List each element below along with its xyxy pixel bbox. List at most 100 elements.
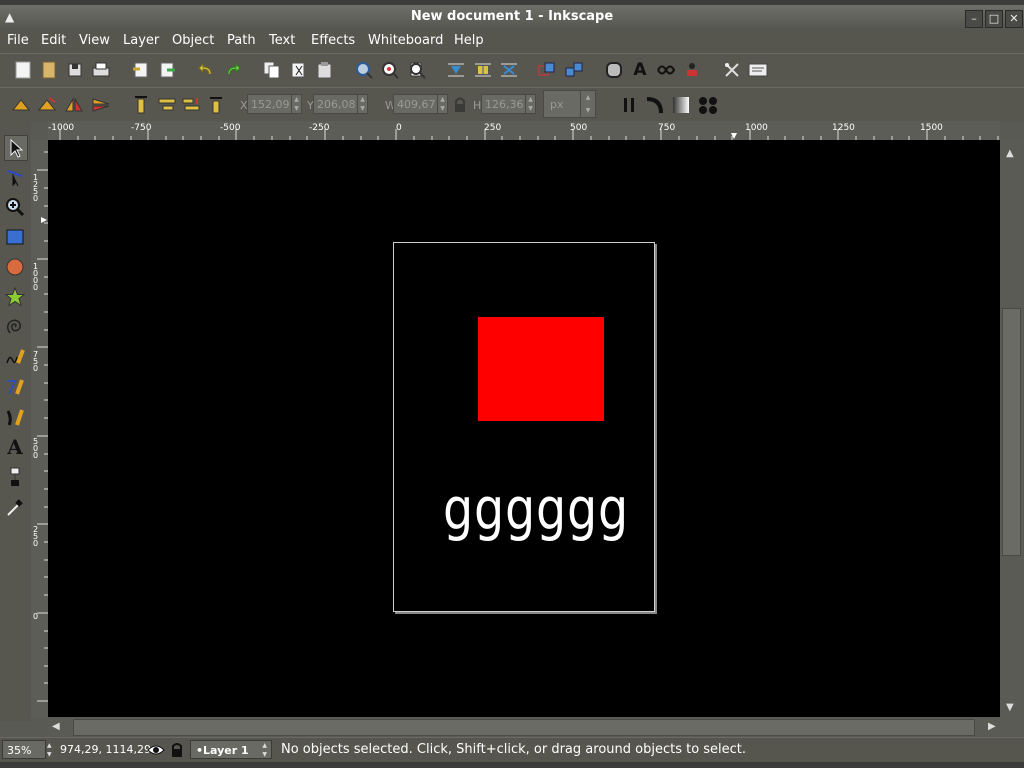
star-tool-icon[interactable]	[4, 285, 26, 309]
zoom-spinner-icon[interactable]: ▲ ▼	[47, 741, 52, 759]
menu-layer[interactable]: Layer	[123, 33, 159, 48]
h-spinner-icon[interactable]: ▲ ▼	[525, 95, 535, 113]
xml-editor-icon[interactable]	[656, 60, 676, 80]
scroll-left-icon[interactable]: ◀	[52, 721, 60, 732]
distribute-icon[interactable]	[499, 60, 519, 80]
ellipse-tool-icon[interactable]	[4, 255, 26, 279]
menu-file[interactable]: File	[7, 33, 29, 48]
layer-visibility-eye-icon[interactable]	[146, 740, 166, 760]
menu-path[interactable]: Path	[227, 33, 256, 48]
calligraphy-tool-icon[interactable]	[4, 405, 26, 429]
preferences-icon[interactable]	[722, 60, 742, 80]
transform-patterns-icon[interactable]	[698, 95, 718, 115]
horizontal-scroll-thumb[interactable]	[73, 719, 975, 736]
raise-icon[interactable]	[157, 95, 177, 115]
scroll-right-icon[interactable]: ▶	[988, 721, 996, 732]
scroll-down-icon[interactable]: ▼	[1006, 702, 1014, 713]
zoom-page-icon[interactable]	[407, 60, 427, 80]
zoom-value: 35%	[7, 744, 32, 757]
copy-icon[interactable]	[262, 60, 282, 80]
connector-tool-icon[interactable]	[4, 465, 26, 489]
layer-dropdown-icon[interactable]: ▲ ▼	[262, 741, 267, 759]
redo-icon[interactable]	[223, 60, 243, 80]
current-layer-select[interactable]: •Layer 1 ▲ ▼	[190, 740, 272, 759]
title-bar: ▲ New document 1 - Inkscape – □ ✕	[0, 5, 1024, 30]
x-field[interactable]: 152,09 ▲ ▼	[247, 94, 302, 114]
lower-to-bottom-icon[interactable]	[206, 95, 226, 115]
status-message: No objects selected. Click, Shift+click,…	[281, 742, 747, 757]
w-value: 409,67	[397, 98, 436, 111]
scale-stroke-icon[interactable]	[620, 95, 640, 115]
dropper-tool-icon[interactable]	[4, 495, 26, 519]
tool-controls-bar: X 152,09 ▲ ▼ Y 206,08 ▲ ▼ W 409,67 ▲ ▼ H 126,3…	[0, 87, 1024, 122]
lower-icon[interactable]	[181, 95, 201, 115]
menu-object[interactable]: Object	[172, 33, 214, 48]
cut-icon[interactable]	[289, 60, 309, 80]
document-properties-icon[interactable]	[748, 60, 768, 80]
menu-text[interactable]: Text	[269, 33, 295, 48]
import-icon[interactable]	[130, 60, 150, 80]
undo-icon[interactable]	[196, 60, 216, 80]
text-tool-icon[interactable]: A	[4, 435, 26, 459]
hruler-label: -750	[131, 123, 152, 133]
zoom-field[interactable]: 35%	[2, 740, 46, 759]
vertical-scrollbar[interactable]: ▲ ▼	[1000, 140, 1022, 717]
flip-vertical-icon[interactable]	[91, 95, 111, 115]
h-field[interactable]: 126,36 ▲ ▼	[481, 94, 536, 114]
export-icon[interactable]	[158, 60, 178, 80]
canvas-text-object[interactable]: gggggg	[443, 475, 629, 543]
menu-edit[interactable]: Edit	[41, 33, 66, 48]
ungroup-icon[interactable]	[564, 60, 584, 80]
align-center-icon[interactable]	[473, 60, 493, 80]
scroll-up-icon[interactable]: ▲	[1006, 148, 1014, 159]
unit-dropdown-icon[interactable]: ▲ ▼	[580, 91, 595, 117]
spiral-tool-icon[interactable]	[4, 315, 26, 339]
drawing-canvas[interactable]: gggggg	[48, 140, 1000, 717]
align-icon[interactable]	[446, 60, 466, 80]
fill-stroke-icon[interactable]	[604, 60, 624, 80]
flip-horizontal-icon[interactable]	[64, 95, 84, 115]
zoom-selection-icon[interactable]	[354, 60, 374, 80]
paste-icon[interactable]	[315, 60, 335, 80]
w-field[interactable]: 409,67 ▲ ▼	[393, 94, 448, 114]
menu-help[interactable]: Help	[454, 33, 484, 48]
close-icon[interactable]: ✕	[1005, 10, 1023, 28]
save-icon[interactable]	[65, 60, 85, 80]
pencil-tool-icon[interactable]	[4, 345, 26, 369]
horizontal-scrollbar[interactable]: ◀ ▶	[48, 717, 1000, 737]
new-document-icon[interactable]	[13, 60, 33, 80]
hruler-label: 750	[658, 123, 676, 133]
zoom-drawing-icon[interactable]	[380, 60, 400, 80]
red-rectangle[interactable]	[478, 317, 604, 421]
selector-tool-icon[interactable]	[4, 135, 28, 161]
layer-lock-icon[interactable]	[167, 740, 187, 760]
y-field[interactable]: 206,08 ▲ ▼	[313, 94, 368, 114]
text-font-icon[interactable]: A	[630, 60, 650, 80]
rectangle-tool-icon[interactable]	[4, 225, 26, 249]
raise-to-top-icon[interactable]	[131, 95, 151, 115]
print-icon[interactable]	[91, 60, 111, 80]
pen-tool-icon[interactable]	[4, 375, 26, 399]
rotate-cw-icon[interactable]	[37, 95, 57, 115]
unit-select[interactable]: px ▲ ▼	[543, 90, 596, 118]
scale-corners-icon[interactable]	[645, 95, 665, 115]
transform-gradients-icon[interactable]	[671, 95, 691, 115]
zoom-tool-icon[interactable]	[4, 195, 26, 219]
hruler-label: 0	[396, 123, 402, 133]
w-spinner-icon[interactable]: ▲ ▼	[437, 95, 447, 113]
rotate-ccw-icon[interactable]	[11, 95, 31, 115]
maximize-icon[interactable]: □	[985, 10, 1003, 28]
minimize-icon[interactable]: –	[965, 10, 983, 28]
y-spinner-icon[interactable]: ▲ ▼	[357, 95, 367, 113]
group-icon[interactable]	[537, 60, 557, 80]
menu-view[interactable]: View	[79, 33, 110, 48]
menu-effects[interactable]: Effects	[311, 33, 355, 48]
vruler-label: 0	[33, 612, 39, 621]
menu-whiteboard[interactable]: Whiteboard	[368, 33, 443, 48]
node-tool-icon[interactable]	[4, 165, 26, 189]
transform-icon[interactable]	[682, 60, 702, 80]
open-icon[interactable]	[39, 60, 59, 80]
lock-icon[interactable]	[450, 95, 470, 115]
x-spinner-icon[interactable]: ▲ ▼	[291, 95, 301, 113]
vertical-scroll-thumb[interactable]	[1002, 308, 1021, 556]
